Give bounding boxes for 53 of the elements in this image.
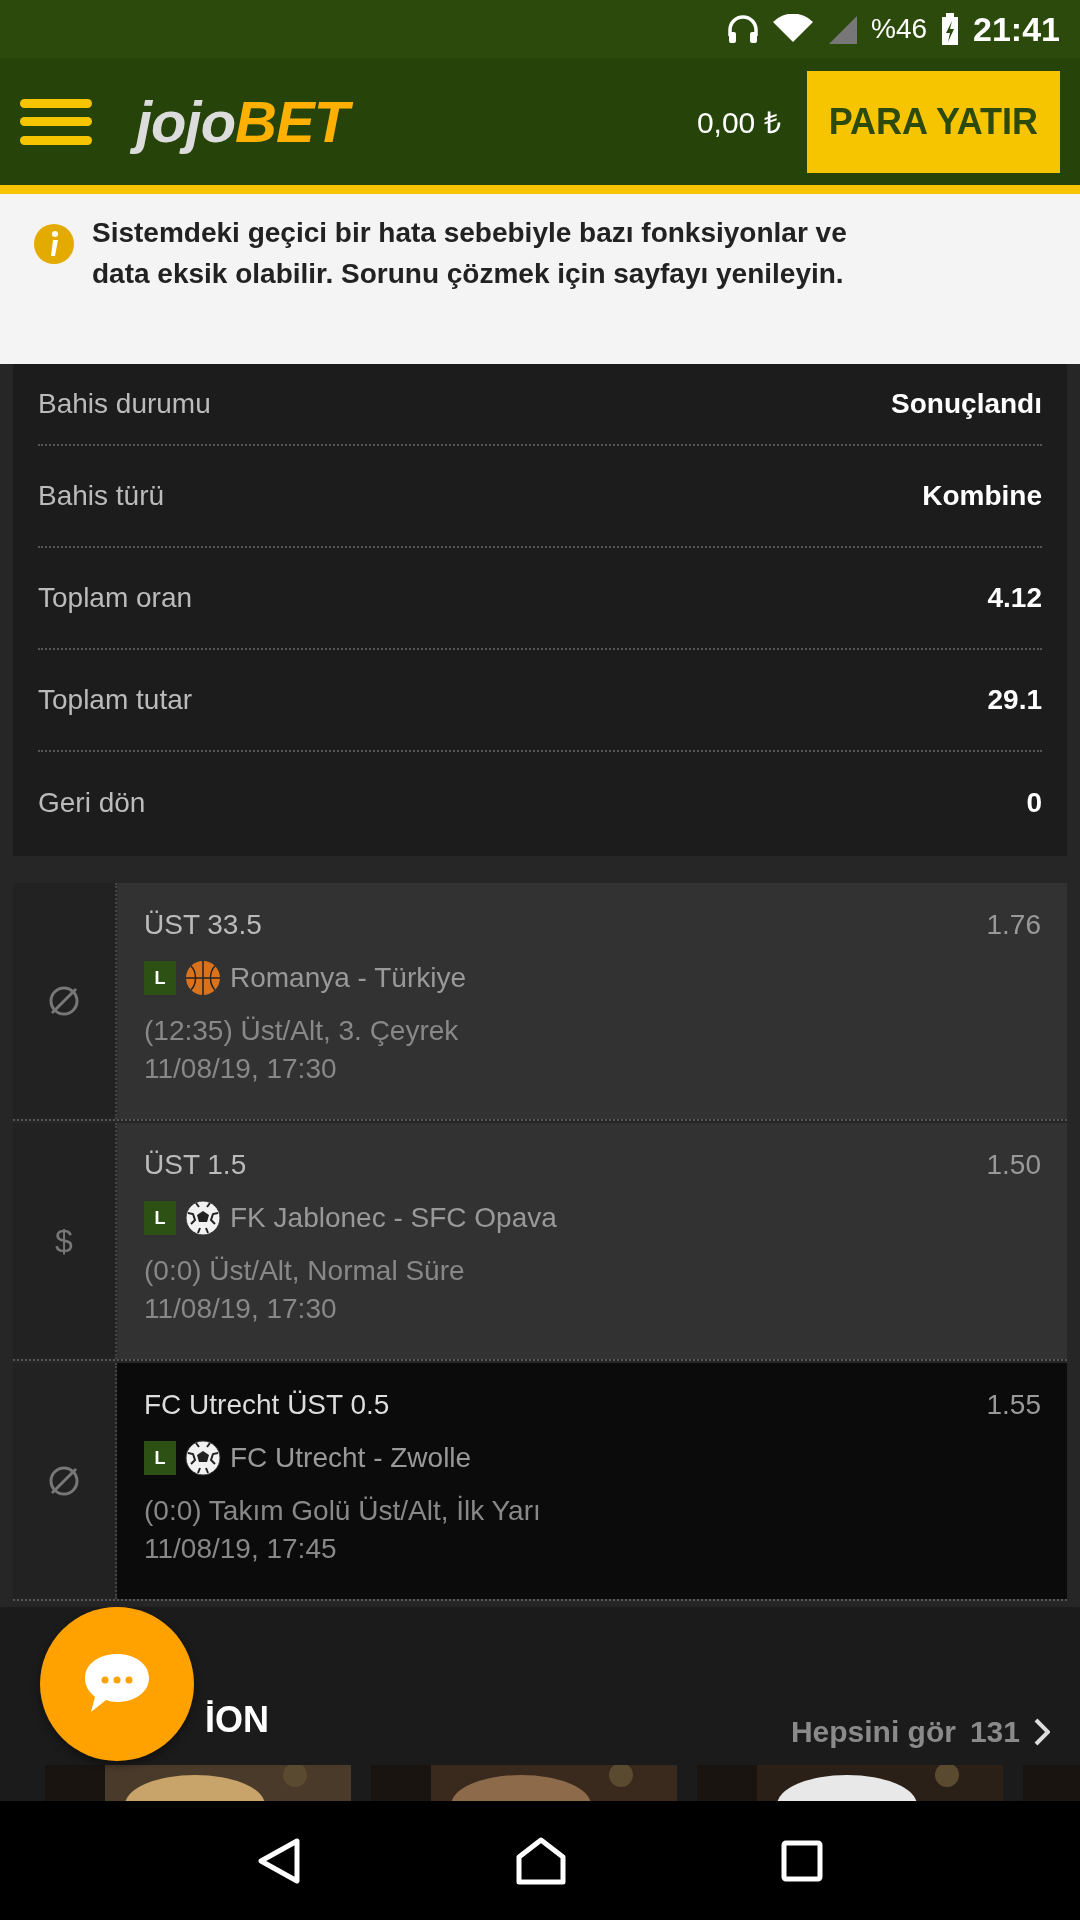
detail-label: Bahis durumu [38, 387, 211, 420]
selection-card[interactable]: ÜST 33.5 1.76 L Romanya - Türkiye (12:35) Üst/Alt, 3. Çeyrek 11/08/19, 17:30 [117, 883, 1067, 1120]
bet-detail: (0:0) Üst/Alt, Normal Süre [144, 1255, 466, 1288]
odds: 1.76 [986, 909, 1041, 942]
detail-value: Sonuçlandı [891, 387, 1042, 420]
detail-value: Kombine [922, 479, 1042, 512]
home-icon[interactable] [516, 1836, 566, 1885]
detail-value: 29.1 [987, 683, 1042, 716]
odds: 1.50 [986, 1149, 1041, 1182]
dollar-sign: $ [55, 1222, 73, 1260]
battery-percent: %46 [871, 13, 928, 46]
info-icon [34, 223, 74, 264]
balance: 0,00 ₺ [696, 105, 781, 142]
selection-card[interactable]: FC Utrecht ÜST 0.5 1.55 L FC Utrecht - Zwolle (0:0) Takım Golü Üst/Alt, İlk Yarı 11/08/19, 17:45 [117, 1363, 1067, 1600]
match-name: FC Utrecht - Zwolle [230, 1442, 472, 1475]
detail-label: Geri dön [38, 786, 146, 819]
soccer-ball-icon [184, 1199, 222, 1238]
match-name: FK Jablonec - SFC Opava [230, 1202, 557, 1235]
detail-label: Toplam tutar [38, 683, 193, 716]
wifi-icon [773, 14, 813, 45]
detail-value: 0 [1026, 786, 1042, 819]
live-badge: L [144, 961, 176, 996]
recents-icon[interactable] [780, 1839, 823, 1882]
deposit-button[interactable]: PARA YATIR [806, 70, 1060, 173]
basketball-icon [184, 959, 222, 998]
odds: 1.55 [986, 1389, 1041, 1422]
battery-icon [941, 13, 960, 46]
menu-icon[interactable] [20, 98, 92, 145]
market-name: FC Utrecht ÜST 0.5 [144, 1389, 390, 1422]
live-badge: L [144, 1441, 176, 1476]
match-date: 11/08/19, 17:30 [144, 1053, 338, 1086]
match-date: 11/08/19, 17:45 [144, 1533, 338, 1566]
match-name: Romanya - Türkiye [230, 962, 466, 995]
clock: 21:41 [973, 9, 1060, 49]
logo[interactable]: jojoBET [132, 86, 361, 157]
selection-card[interactable]: ÜST 1.5 1.50 L FK Jablonec - SFC Opava (0:0) Üst/Alt, Normal Süre 11/08/19, 17:30 [117, 1123, 1067, 1360]
match-date: 11/08/19, 17:30 [144, 1293, 338, 1326]
detail-label: Toplam oran [38, 581, 193, 614]
detail-label: Bahis türü [38, 479, 165, 512]
market-name: ÜST 1.5 [144, 1149, 247, 1182]
back-icon[interactable] [257, 1836, 302, 1885]
live-badge: L [144, 1201, 176, 1236]
signal-icon [827, 14, 857, 45]
soccer-ball-icon [184, 1439, 222, 1478]
see-all-link[interactable]: Hepsini gör 131 [790, 1715, 1050, 1750]
bet-detail: (12:35) Üst/Alt, 3. Çeyrek [144, 1015, 460, 1048]
detail-value: 4.12 [987, 581, 1042, 614]
chevron-right-icon [1034, 1718, 1050, 1747]
market-name: ÜST 33.5 [144, 909, 262, 942]
notice-text: Sistemdeki geçici bir hata sebebiyle bazı fonksiyonlar ve data eksik olabilir. Sorunu çözmek için sayfayı yenileyin. [92, 215, 848, 291]
headphones-icon [727, 14, 759, 45]
section-title: İON [205, 1699, 269, 1742]
bet-detail: (0:0) Takım Golü Üst/Alt, İlk Yarı [144, 1495, 542, 1528]
